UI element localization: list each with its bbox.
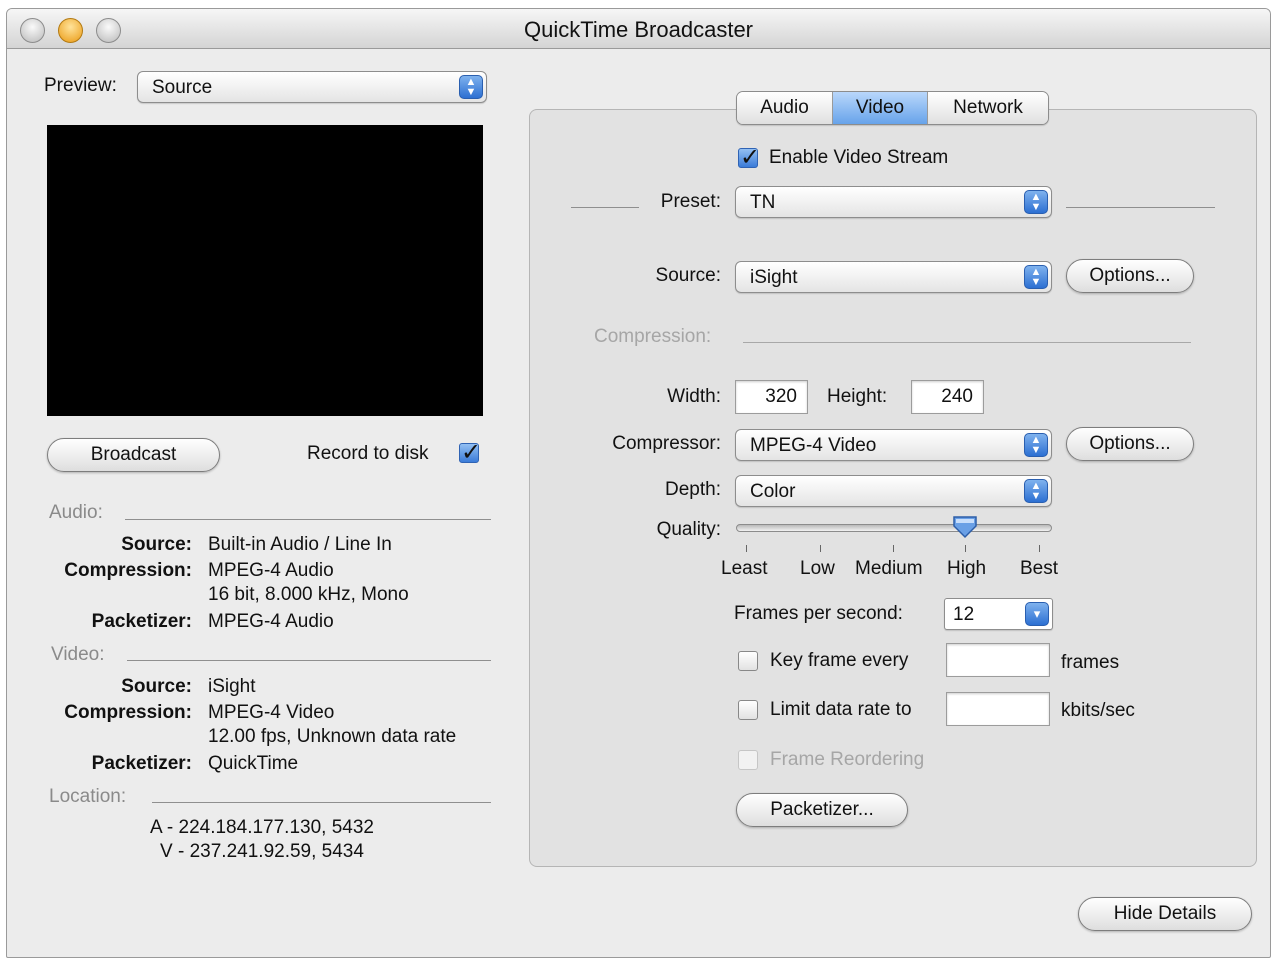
quality-tick-label-best: Best: [1020, 558, 1059, 579]
location-video-address: V - 237.241.92.59, 5434: [160, 841, 364, 862]
fps-combo[interactable]: 12 ▾: [944, 598, 1053, 630]
video-packetizer-label: Packetizer:: [91, 753, 192, 774]
quality-tick-low: [820, 545, 821, 552]
preview-label: Preview:: [44, 75, 117, 96]
key-frame-checkbox[interactable]: [738, 651, 758, 671]
hide-details-button[interactable]: Hide Details: [1078, 897, 1252, 931]
audio-source-value: Built-in Audio / Line In: [208, 534, 392, 555]
audio-compression-label: Compression:: [64, 560, 192, 581]
key-frame-unit: frames: [1061, 652, 1120, 673]
compressor-options-button[interactable]: Options...: [1066, 427, 1194, 461]
source-options-button[interactable]: Options...: [1066, 259, 1194, 293]
enable-video-stream-checkbox[interactable]: [738, 143, 760, 172]
tab-network[interactable]: Network: [928, 92, 1048, 124]
quality-tick-label-high: High: [947, 558, 987, 579]
location-divider: [152, 802, 491, 803]
limit-data-rate-field[interactable]: [946, 692, 1050, 726]
location-audio-address: A - 224.184.177.130, 5432: [150, 817, 374, 838]
popup-arrows-icon: ▲ ▼: [459, 75, 483, 99]
source-popup[interactable]: iSight ▲ ▼: [735, 261, 1052, 293]
location-section-header: Location:: [49, 786, 127, 807]
depth-popup-value: Color: [750, 481, 796, 502]
broadcast-button[interactable]: Broadcast: [47, 438, 220, 472]
height-field-value: 240: [941, 386, 973, 407]
audio-packetizer-label: Packetizer:: [91, 611, 192, 632]
video-compression-detail: 12.00 fps, Unknown data rate: [208, 726, 457, 747]
popup-arrows-icon: ▲ ▼: [1024, 479, 1048, 503]
video-section-header: Video:: [51, 644, 105, 665]
popup-arrows-icon: ▲ ▼: [1024, 433, 1048, 457]
popup-arrows-icon: ▲ ▼: [1024, 190, 1048, 214]
audio-divider: [125, 519, 491, 520]
title-bar: QuickTime Broadcaster: [7, 9, 1270, 49]
depth-popup[interactable]: Color ▲ ▼: [735, 475, 1052, 507]
preset-popup-value: TN: [750, 192, 776, 213]
audio-packetizer-value: MPEG-4 Audio: [208, 611, 334, 632]
quality-tick-least: [746, 545, 747, 552]
preset-popup[interactable]: TN ▲ ▼: [735, 186, 1052, 218]
preset-right-rule: [1066, 207, 1215, 208]
quality-tick-medium: [893, 545, 894, 552]
video-compression-value: MPEG-4 Video: [208, 702, 335, 723]
width-field[interactable]: 320: [735, 380, 808, 414]
window-title: QuickTime Broadcaster: [523, 17, 754, 42]
quality-label: Quality:: [656, 519, 721, 540]
audio-source-label: Source:: [121, 534, 192, 555]
fps-combo-value: 12: [953, 604, 975, 625]
source-popup-value: iSight: [750, 267, 798, 288]
compressor-label: Compressor:: [612, 433, 721, 454]
compressor-popup[interactable]: MPEG-4 Video ▲ ▼: [735, 429, 1052, 461]
height-field[interactable]: 240: [911, 380, 984, 414]
enable-video-stream-label: Enable Video Stream: [769, 147, 949, 168]
video-source-value: iSight: [208, 676, 256, 697]
compression-section-header: Compression:: [594, 326, 712, 347]
tab-bar: Audio Video Network: [736, 91, 1049, 125]
quality-tick-label-least: Least: [721, 558, 768, 579]
compression-divider: [743, 342, 1191, 343]
preset-label: Preset:: [660, 191, 721, 212]
quality-tick-best: [1039, 545, 1040, 552]
height-label: Height:: [827, 386, 888, 407]
width-label: Width:: [667, 386, 721, 407]
source-label: Source:: [655, 265, 721, 286]
frame-reordering-label: Frame Reordering: [770, 749, 925, 770]
quality-tick-high: [965, 545, 966, 552]
packetizer-button[interactable]: Packetizer...: [736, 793, 908, 827]
width-field-value: 320: [765, 386, 797, 407]
video-divider: [127, 660, 491, 661]
frame-reordering-checkbox[interactable]: [738, 750, 758, 770]
broadcaster-window: QuickTime Broadcaster Preview: Source ▲ ▼…: [6, 8, 1271, 958]
preview-popup[interactable]: Source ▲ ▼: [137, 71, 487, 103]
record-to-disk-checkbox[interactable]: [459, 438, 481, 467]
quality-slider-thumb[interactable]: [952, 515, 978, 539]
limit-data-rate-label: Limit data rate to: [770, 699, 912, 720]
quality-tick-label-medium: Medium: [855, 558, 923, 579]
quality-slider-track[interactable]: [736, 524, 1052, 532]
limit-data-rate-checkbox[interactable]: [738, 700, 758, 720]
key-frame-field[interactable]: [946, 643, 1050, 677]
key-frame-label: Key frame every: [770, 650, 909, 671]
popup-arrows-icon: ▲ ▼: [1024, 265, 1048, 289]
tab-video[interactable]: Video: [833, 92, 928, 124]
video-compression-label: Compression:: [64, 702, 192, 723]
fps-label: Frames per second:: [734, 603, 903, 624]
preview-popup-value: Source: [152, 77, 213, 98]
video-source-label: Source:: [121, 676, 192, 697]
quality-tick-label-low: Low: [800, 558, 835, 579]
chevron-down-icon: ▾: [1025, 602, 1049, 626]
tab-audio[interactable]: Audio: [737, 92, 833, 124]
video-packetizer-value: QuickTime: [208, 753, 299, 774]
video-preview: [47, 125, 483, 416]
limit-data-rate-unit: kbits/sec: [1061, 700, 1135, 721]
audio-section-header: Audio:: [49, 502, 103, 523]
depth-label: Depth:: [665, 479, 721, 500]
audio-compression-value: MPEG-4 Audio: [208, 560, 334, 581]
compressor-popup-value: MPEG-4 Video: [750, 435, 877, 456]
record-to-disk-label: Record to disk: [307, 443, 429, 464]
audio-compression-detail: 16 bit, 8.000 kHz, Mono: [208, 584, 409, 605]
